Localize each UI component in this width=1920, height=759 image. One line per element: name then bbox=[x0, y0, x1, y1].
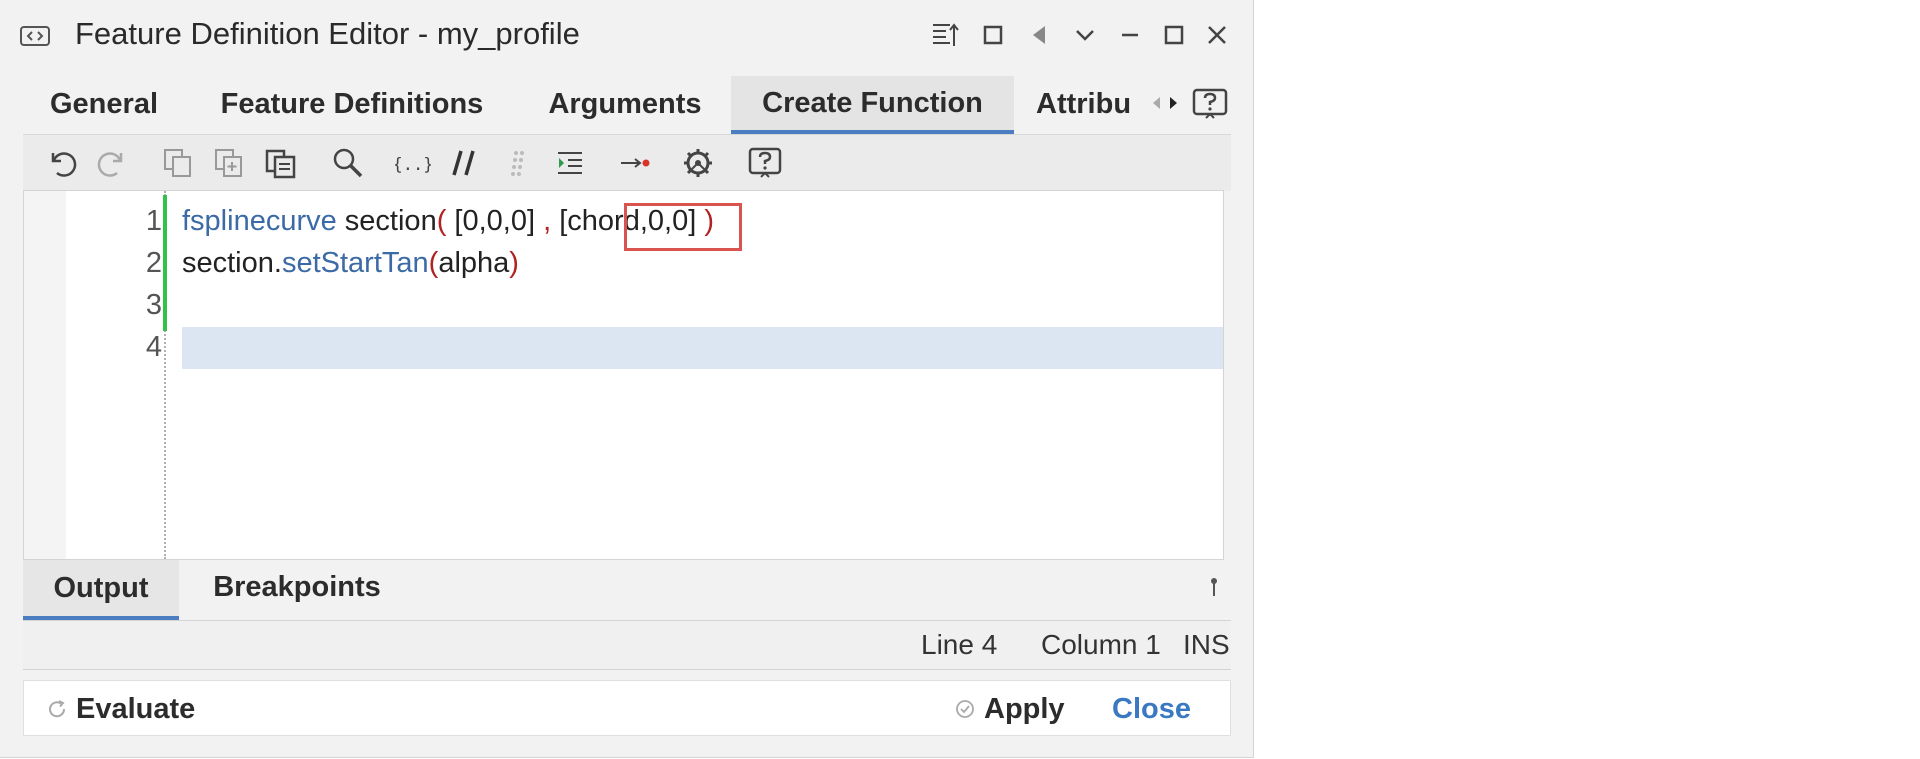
change-marker bbox=[163, 195, 167, 331]
paste-button[interactable] bbox=[261, 143, 301, 183]
triangle-left-icon bbox=[1153, 97, 1160, 109]
indent-icon bbox=[558, 152, 582, 174]
output-tab-bar: Output Breakpoints bbox=[23, 560, 1231, 620]
refresh-icon bbox=[49, 700, 66, 718]
undo-button[interactable] bbox=[41, 143, 81, 183]
insert-braces-button[interactable]: {..} bbox=[393, 143, 433, 183]
editor-margin bbox=[24, 191, 66, 559]
dropdown-button[interactable] bbox=[1068, 18, 1102, 52]
maximize-button[interactable] bbox=[1157, 18, 1191, 52]
chevron-down-icon bbox=[1076, 30, 1094, 41]
comment-button[interactable] bbox=[445, 143, 485, 183]
code-identifier: section bbox=[336, 205, 437, 237]
square-icon bbox=[983, 25, 1003, 45]
braces-icon: {..} bbox=[395, 155, 431, 175]
search-button[interactable] bbox=[328, 143, 368, 183]
line-number: 2 bbox=[145, 247, 162, 279]
minimize-button[interactable] bbox=[1113, 18, 1147, 52]
align-top-icon bbox=[933, 23, 959, 46]
comment-icon bbox=[452, 150, 475, 176]
code-array: [0,0,0] bbox=[446, 205, 544, 237]
tab-scroll-right-button[interactable] bbox=[1166, 90, 1182, 116]
gear-icon bbox=[684, 149, 712, 177]
code-editor[interactable]: 1 2 3 4 fsplinecurve section( [0,0,0] , … bbox=[23, 190, 1224, 560]
tab-general[interactable]: General bbox=[28, 76, 180, 132]
grip-icon bbox=[511, 151, 524, 176]
code-paren: ( bbox=[428, 247, 439, 279]
code-window-icon bbox=[20, 26, 50, 46]
restore-button[interactable] bbox=[976, 18, 1010, 52]
duplicate-button[interactable] bbox=[209, 143, 249, 183]
status-mode: INS bbox=[1183, 629, 1230, 660]
evaluate-label: Evaluate bbox=[76, 692, 196, 725]
apply-button[interactable]: Apply bbox=[954, 689, 1065, 729]
line-number: 1 bbox=[145, 205, 162, 237]
code-keyword: fsplinecurve bbox=[182, 205, 337, 237]
title-bar: Feature Definition Editor - my_profile bbox=[0, 0, 1254, 70]
drag-handle-button[interactable] bbox=[499, 143, 539, 183]
undo-icon bbox=[51, 152, 77, 177]
status-line: Line 4 bbox=[921, 629, 998, 660]
current-line-highlight bbox=[182, 327, 1223, 369]
redo-icon bbox=[97, 152, 123, 177]
annotation-highlight-box bbox=[624, 203, 742, 251]
close-button[interactable]: Close bbox=[1112, 689, 1191, 729]
duplicate-icon bbox=[215, 149, 242, 177]
code-argument: alpha bbox=[438, 247, 510, 279]
tab-attributes[interactable]: Attribu bbox=[1030, 76, 1148, 132]
redo-button[interactable] bbox=[93, 143, 133, 183]
line-number: 3 bbox=[145, 289, 162, 321]
maximize-icon bbox=[1164, 25, 1184, 45]
paste-icon bbox=[265, 149, 296, 179]
toolbar-help-button[interactable] bbox=[745, 143, 785, 183]
window-title: Feature Definition Editor - my_profile bbox=[75, 16, 580, 51]
svg-text:{..}: {..} bbox=[395, 155, 431, 175]
tab-breakpoints[interactable]: Breakpoints bbox=[187, 560, 407, 614]
tab-output[interactable]: Output bbox=[23, 560, 179, 620]
close-window-button[interactable] bbox=[1200, 18, 1234, 52]
editor-toolbar: {..} bbox=[23, 134, 1231, 191]
check-circle-icon bbox=[956, 700, 974, 718]
breakpoint-button[interactable] bbox=[615, 143, 655, 183]
code-comma: , bbox=[543, 205, 552, 237]
apply-label: Apply bbox=[984, 692, 1065, 725]
tab-scroll-left-button[interactable] bbox=[1148, 90, 1164, 116]
tab-arguments[interactable]: Arguments bbox=[525, 76, 725, 132]
code-line-2: section.setStartTan(alpha) bbox=[182, 247, 519, 280]
triangle-right-icon bbox=[1170, 97, 1177, 109]
breakpoint-icon bbox=[621, 158, 650, 168]
evaluate-button[interactable]: Evaluate bbox=[46, 689, 195, 729]
status-column: Column 1 bbox=[1041, 629, 1161, 660]
code-identifier: section. bbox=[182, 247, 282, 279]
back-button[interactable] bbox=[1022, 18, 1056, 52]
copy-button[interactable] bbox=[158, 143, 198, 183]
indent-button[interactable] bbox=[550, 143, 590, 183]
tab-create-function[interactable]: Create Function bbox=[731, 76, 1014, 134]
close-icon bbox=[1208, 26, 1226, 44]
help-icon[interactable] bbox=[1192, 88, 1228, 120]
tab-feature-definitions[interactable]: Feature Definitions bbox=[192, 76, 512, 132]
output-pane: Line 4 Column 1 INS bbox=[23, 620, 1231, 670]
feature-definition-editor-window: Feature Definition Editor - my_profile G… bbox=[0, 0, 1254, 758]
triangle-left-icon bbox=[1033, 26, 1045, 44]
tab-bar: General Feature Definitions Arguments Cr… bbox=[0, 76, 1254, 134]
minimize-icon bbox=[1122, 33, 1138, 37]
code-paren: ) bbox=[509, 247, 519, 279]
pin-icon[interactable] bbox=[1207, 576, 1221, 600]
footer-bar: Evaluate Apply Close bbox=[23, 680, 1231, 736]
settings-button[interactable] bbox=[678, 143, 718, 183]
help-icon bbox=[748, 147, 782, 178]
code-method: setStartTan bbox=[281, 247, 429, 279]
line-number: 4 bbox=[145, 331, 162, 363]
code-paren: ( bbox=[436, 205, 447, 237]
copy-icon bbox=[164, 149, 191, 177]
search-icon bbox=[333, 148, 363, 178]
pin-top-button[interactable] bbox=[928, 18, 962, 52]
